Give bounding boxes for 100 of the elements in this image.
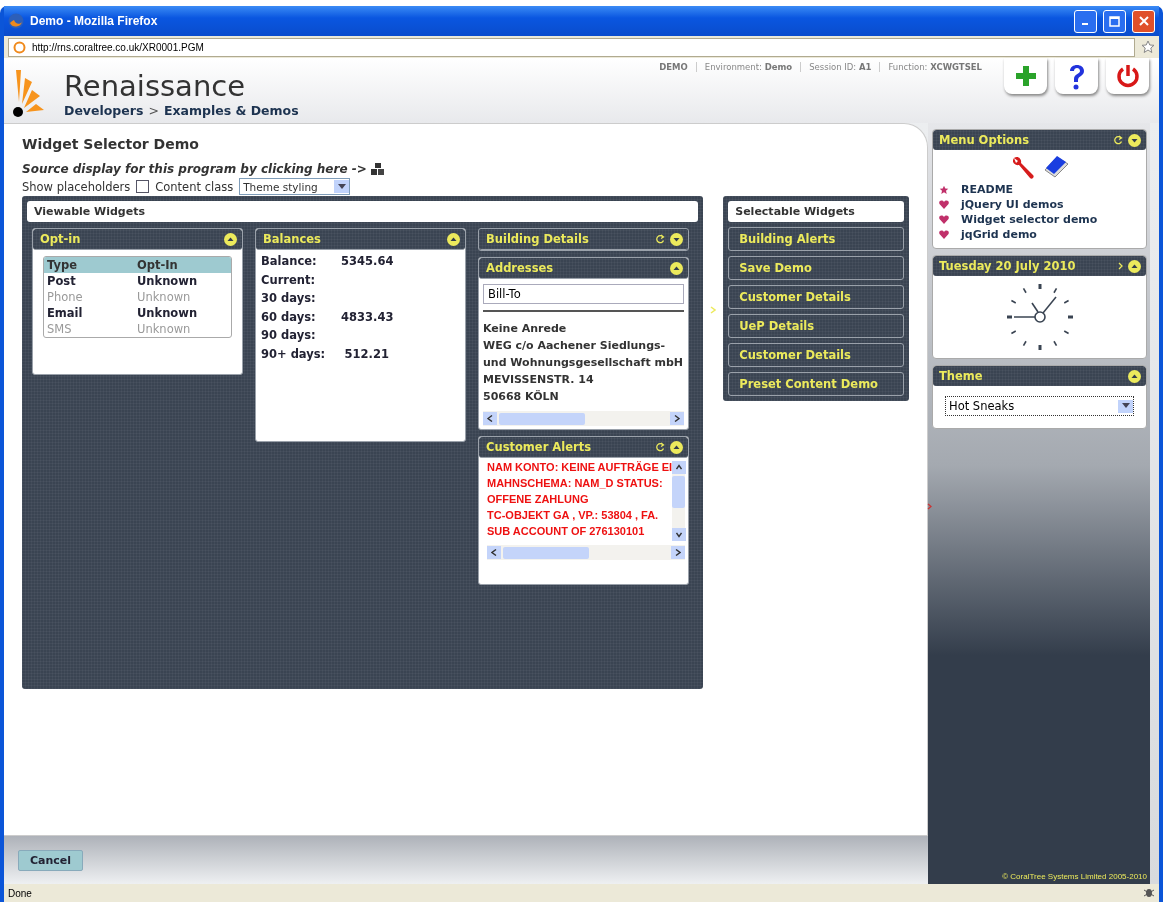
table-cell-text: Unknown — [137, 322, 192, 336]
horizontal-scrollbar[interactable] — [487, 545, 685, 560]
table-cell-text: SMS — [47, 322, 73, 336]
star-icon[interactable] — [1141, 40, 1155, 54]
address-line: Keine Anrede — [483, 322, 568, 337]
refresh-icon[interactable] — [655, 441, 665, 453]
balance-label: 30 days: — [261, 291, 317, 307]
selectable-widget[interactable]: Building Alerts — [728, 227, 904, 251]
placeholders-checkbox[interactable] — [136, 180, 150, 193]
arrow-up-icon[interactable] — [676, 464, 683, 471]
balance-value: 512.21 — [343, 346, 389, 363]
plus-icon[interactable] — [1013, 64, 1038, 88]
selectable-widget[interactable]: Save Demo — [728, 256, 904, 280]
selectable-widget[interactable]: Customer Details — [728, 343, 904, 367]
menu-link[interactable]: README — [961, 183, 1014, 196]
session-info: DEMO — [658, 62, 689, 72]
collapse-icon[interactable] — [670, 440, 683, 454]
collapse-icon[interactable] — [1128, 259, 1141, 273]
option-label: Content class — [155, 179, 234, 194]
breadcrumb-separator: > — [148, 103, 159, 118]
dropdown-arrow-icon[interactable] — [1121, 403, 1130, 409]
selectable-widget[interactable]: Preset Content Demo — [728, 372, 904, 396]
refresh-icon[interactable] — [655, 233, 665, 245]
status-text: Done — [8, 887, 32, 899]
session-info: Environment: Demo — [695, 62, 801, 72]
collapse-icon[interactable] — [1128, 133, 1141, 147]
session-info: Function: XCWGTSEL — [879, 62, 990, 72]
panel-title: Tuesday 20 July 2010 — [939, 259, 1077, 273]
address-line: MEVISSENSTR. 14 — [483, 373, 595, 388]
balance-label: Balance: — [261, 254, 318, 270]
content-class-select[interactable]: Theme styling — [239, 178, 351, 195]
widget-title: Opt-in — [40, 232, 82, 246]
table-cell-text: Unknown — [137, 306, 199, 320]
alert-line: OFFENE ZAHLUNG — [487, 493, 590, 507]
arrow-right-icon[interactable] — [675, 549, 681, 556]
dropdown-arrow-icon[interactable] — [337, 183, 346, 190]
alert-line: NAM KONTO: KEINE AUFTRÄGE EI — [487, 461, 673, 475]
table-cell-text: Unknown — [137, 290, 192, 304]
collapse-icon[interactable] — [447, 232, 460, 246]
balance-label: 60 days: — [261, 309, 317, 326]
close-icon[interactable] — [1138, 16, 1149, 26]
window-title: Demo - Mozilla Firefox — [30, 14, 159, 28]
address-field[interactable]: http://rns.coraltree.co.uk/XR0001.PGM — [8, 37, 1135, 57]
address-line: 50668 KÖLN — [483, 390, 560, 405]
add-button[interactable] — [1004, 58, 1047, 94]
collapse-icon[interactable] — [670, 261, 683, 275]
arrow-left-icon[interactable] — [487, 415, 493, 422]
session-info: Session ID: A1 — [800, 62, 880, 72]
breadcrumb-link[interactable]: Developers — [64, 103, 144, 118]
alert-line: MAHNSCHEMA: NAM_D STATUS: — [487, 477, 664, 491]
arrow-down-icon[interactable] — [676, 531, 683, 538]
selectable-widget[interactable]: Customer Details — [728, 285, 904, 309]
panel-title: Menu Options — [939, 133, 1030, 147]
widget-title: Balances — [263, 232, 322, 246]
horizontal-scrollbar[interactable] — [483, 411, 684, 426]
table-cell-text: Unknown — [137, 274, 199, 288]
address-line: und Wohnungsgesellschaft mbH — [483, 356, 684, 371]
arrow-right-icon[interactable] — [674, 415, 680, 422]
widget-title: Customer Alerts — [486, 440, 592, 454]
balance-label: 90+ days: — [261, 346, 327, 363]
table-cell-text: Email — [47, 306, 84, 320]
vertical-scrollbar[interactable] — [672, 461, 686, 541]
chevron-icon[interactable] — [927, 503, 932, 510]
collapse-icon[interactable] — [1128, 369, 1141, 383]
selectable-widget[interactable]: UeP Details — [728, 314, 904, 338]
option-label: Show placeholders — [22, 179, 131, 194]
menu-link[interactable]: jqGrid demo — [961, 228, 1037, 241]
close-button[interactable] — [1132, 9, 1155, 33]
arrow-left-icon[interactable] — [491, 549, 497, 556]
power-button[interactable] — [1106, 58, 1149, 94]
panel-title: Selectable Widgets — [728, 201, 904, 222]
alert-line: SUB ACCOUNT OF 276130101 — [487, 525, 646, 539]
source-link[interactable]: Source display for this program by clicking here -> — [22, 162, 367, 176]
column-header: Type — [47, 258, 78, 272]
refresh-icon[interactable] — [1113, 134, 1123, 146]
cubes-icon[interactable] — [370, 162, 385, 176]
star-icon — [939, 184, 949, 195]
theme-select[interactable]: Hot Sneaks — [945, 396, 1134, 416]
maximize-icon[interactable] — [1109, 15, 1120, 27]
app-name: Renaissance — [64, 71, 247, 103]
alert-line: TC-OBJEKT GA , VP.: 53804 , FA. — [487, 509, 660, 523]
widget-title: Building Details — [486, 232, 590, 246]
cancel-button[interactable]: Cancel — [18, 849, 84, 871]
table-cell-text: Phone — [47, 290, 84, 304]
power-icon[interactable] — [1114, 63, 1141, 89]
breadcrumb-link[interactable]: Examples & Demos — [163, 103, 299, 118]
balance-label: 90 days: — [261, 328, 317, 344]
page-title: Widget Selector Demo — [22, 136, 200, 152]
help-button[interactable] — [1055, 58, 1098, 94]
menu-link[interactable]: Widget selector demo — [961, 213, 1098, 226]
panel-title: Viewable Widgets — [27, 201, 699, 222]
table-cell-text: Post — [47, 274, 77, 288]
column-header: Opt-In — [137, 258, 179, 272]
maximize-button[interactable] — [1103, 9, 1126, 33]
minimize-button[interactable] — [1074, 9, 1097, 33]
collapse-icon[interactable] — [670, 232, 683, 246]
collapse-icon[interactable] — [224, 232, 237, 246]
browser-icon — [8, 13, 24, 29]
address-type-field[interactable]: Bill-To — [483, 284, 684, 304]
menu-link[interactable]: jQuery UI demos — [961, 198, 1064, 211]
